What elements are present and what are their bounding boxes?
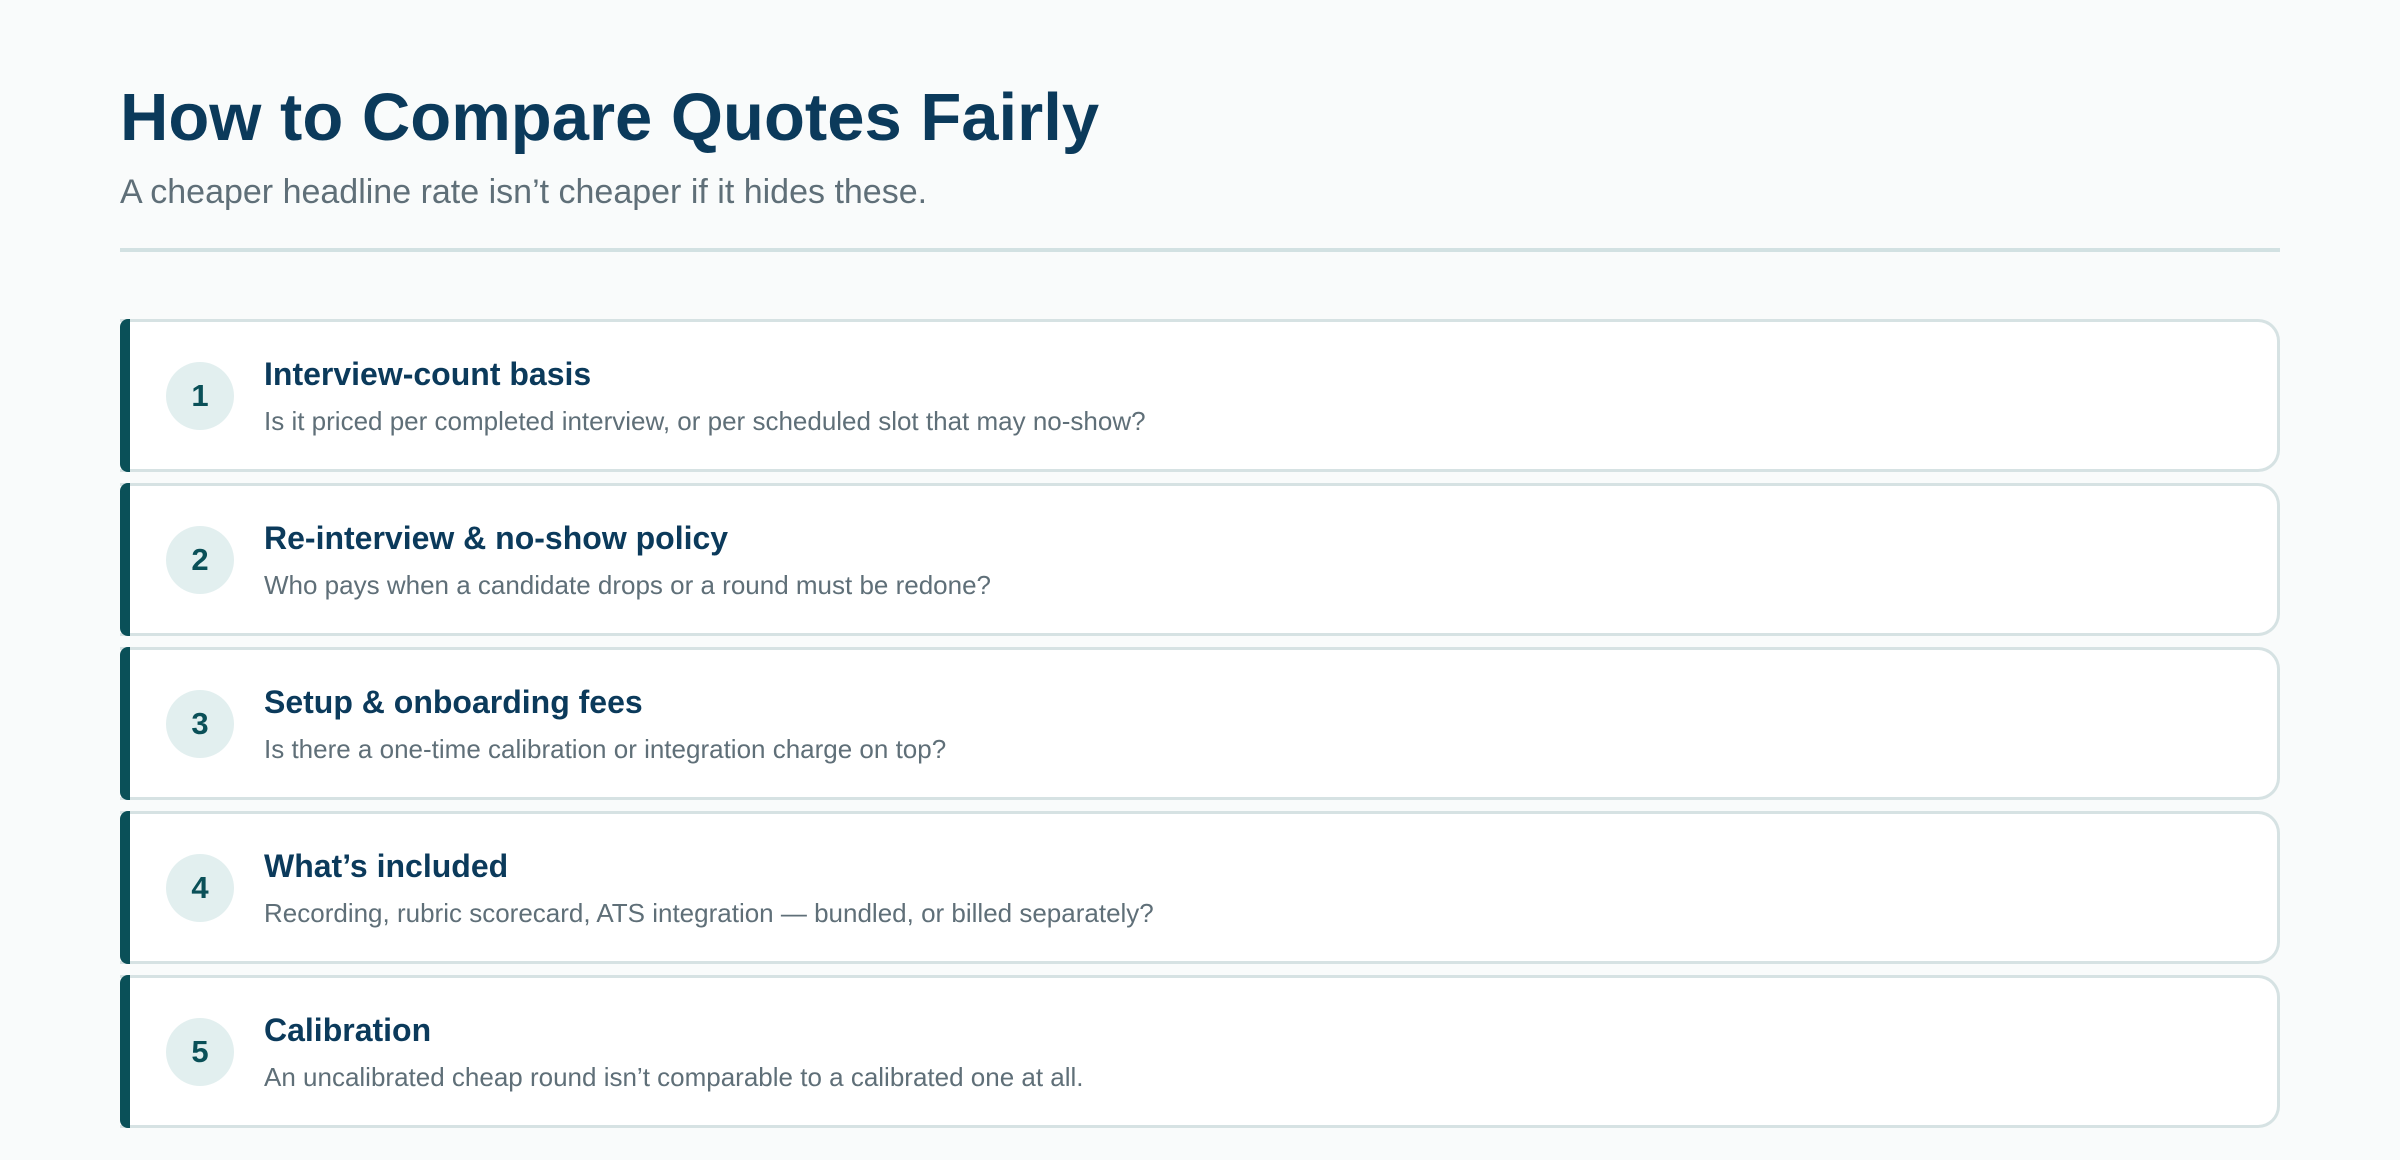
item-description: Is there a one-time calibration or integ… xyxy=(264,734,947,764)
item-title: Re-interview & no-show policy xyxy=(264,520,729,556)
item-number-badge: 2 xyxy=(166,526,234,594)
checklist: 1 Interview-count basis Is it priced per… xyxy=(120,319,2280,1139)
item-title: What’s included xyxy=(264,848,509,884)
item-description: Who pays when a candidate drops or a rou… xyxy=(264,570,992,600)
checklist-item-whats-included: 4 What’s included Recording, rubric scor… xyxy=(120,811,2280,964)
page-title: How to Compare Quotes Fairly xyxy=(120,80,1100,155)
item-description: Is it priced per completed interview, or… xyxy=(264,406,1146,436)
item-title: Calibration xyxy=(264,1012,432,1048)
item-title: Setup & onboarding fees xyxy=(264,684,643,720)
item-number-badge: 1 xyxy=(166,362,234,430)
accent-bar xyxy=(120,975,130,1128)
item-number-badge: 5 xyxy=(166,1018,234,1086)
checklist-item-re-interview-policy: 2 Re-interview & no-show policy Who pays… xyxy=(120,483,2280,636)
item-description: An uncalibrated cheap round isn’t compar… xyxy=(264,1062,1084,1092)
accent-bar xyxy=(120,319,130,472)
accent-bar xyxy=(120,811,130,964)
accent-bar xyxy=(120,483,130,636)
checklist-item-setup-fees: 3 Setup & onboarding fees Is there a one… xyxy=(120,647,2280,800)
page-subtitle: A cheaper headline rate isn’t cheaper if… xyxy=(120,173,928,211)
item-number-badge: 4 xyxy=(166,854,234,922)
checklist-item-interview-count-basis: 1 Interview-count basis Is it priced per… xyxy=(120,319,2280,472)
accent-bar xyxy=(120,647,130,800)
item-title: Interview-count basis xyxy=(264,356,592,392)
item-description: Recording, rubric scorecard, ATS integra… xyxy=(264,898,1154,928)
header-divider xyxy=(120,248,2280,252)
item-number-badge: 3 xyxy=(166,690,234,758)
checklist-item-calibration: 5 Calibration An uncalibrated cheap roun… xyxy=(120,975,2280,1128)
